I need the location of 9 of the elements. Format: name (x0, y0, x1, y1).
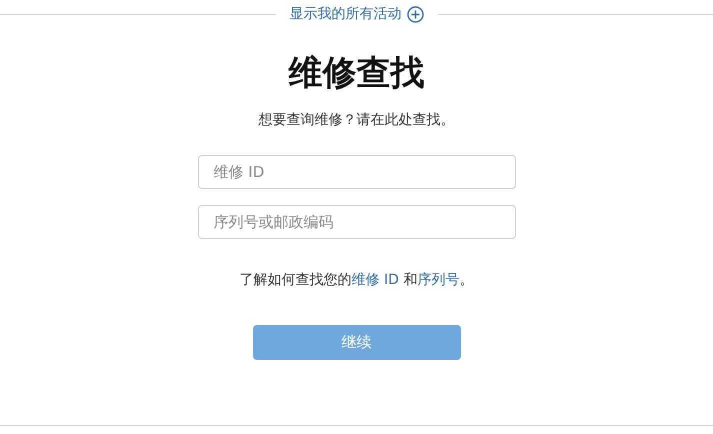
input-field[interactable]: 维修 ID (198, 155, 516, 189)
show-activity-link[interactable]: 显示我的所有活动 (290, 5, 424, 23)
help-link[interactable]: 维修 ID (352, 272, 399, 288)
input-field[interactable]: 序列号或邮政编码 (198, 205, 516, 239)
page-title: 维修查找 (288, 53, 424, 93)
help-text: 了解如何查找您的维修 ID 和序列号。 (240, 271, 474, 289)
subtitle: 想要查询维修？请在此处查找。 (258, 111, 454, 129)
help-link[interactable]: 序列号 (417, 272, 460, 288)
plus-icon (406, 6, 424, 22)
